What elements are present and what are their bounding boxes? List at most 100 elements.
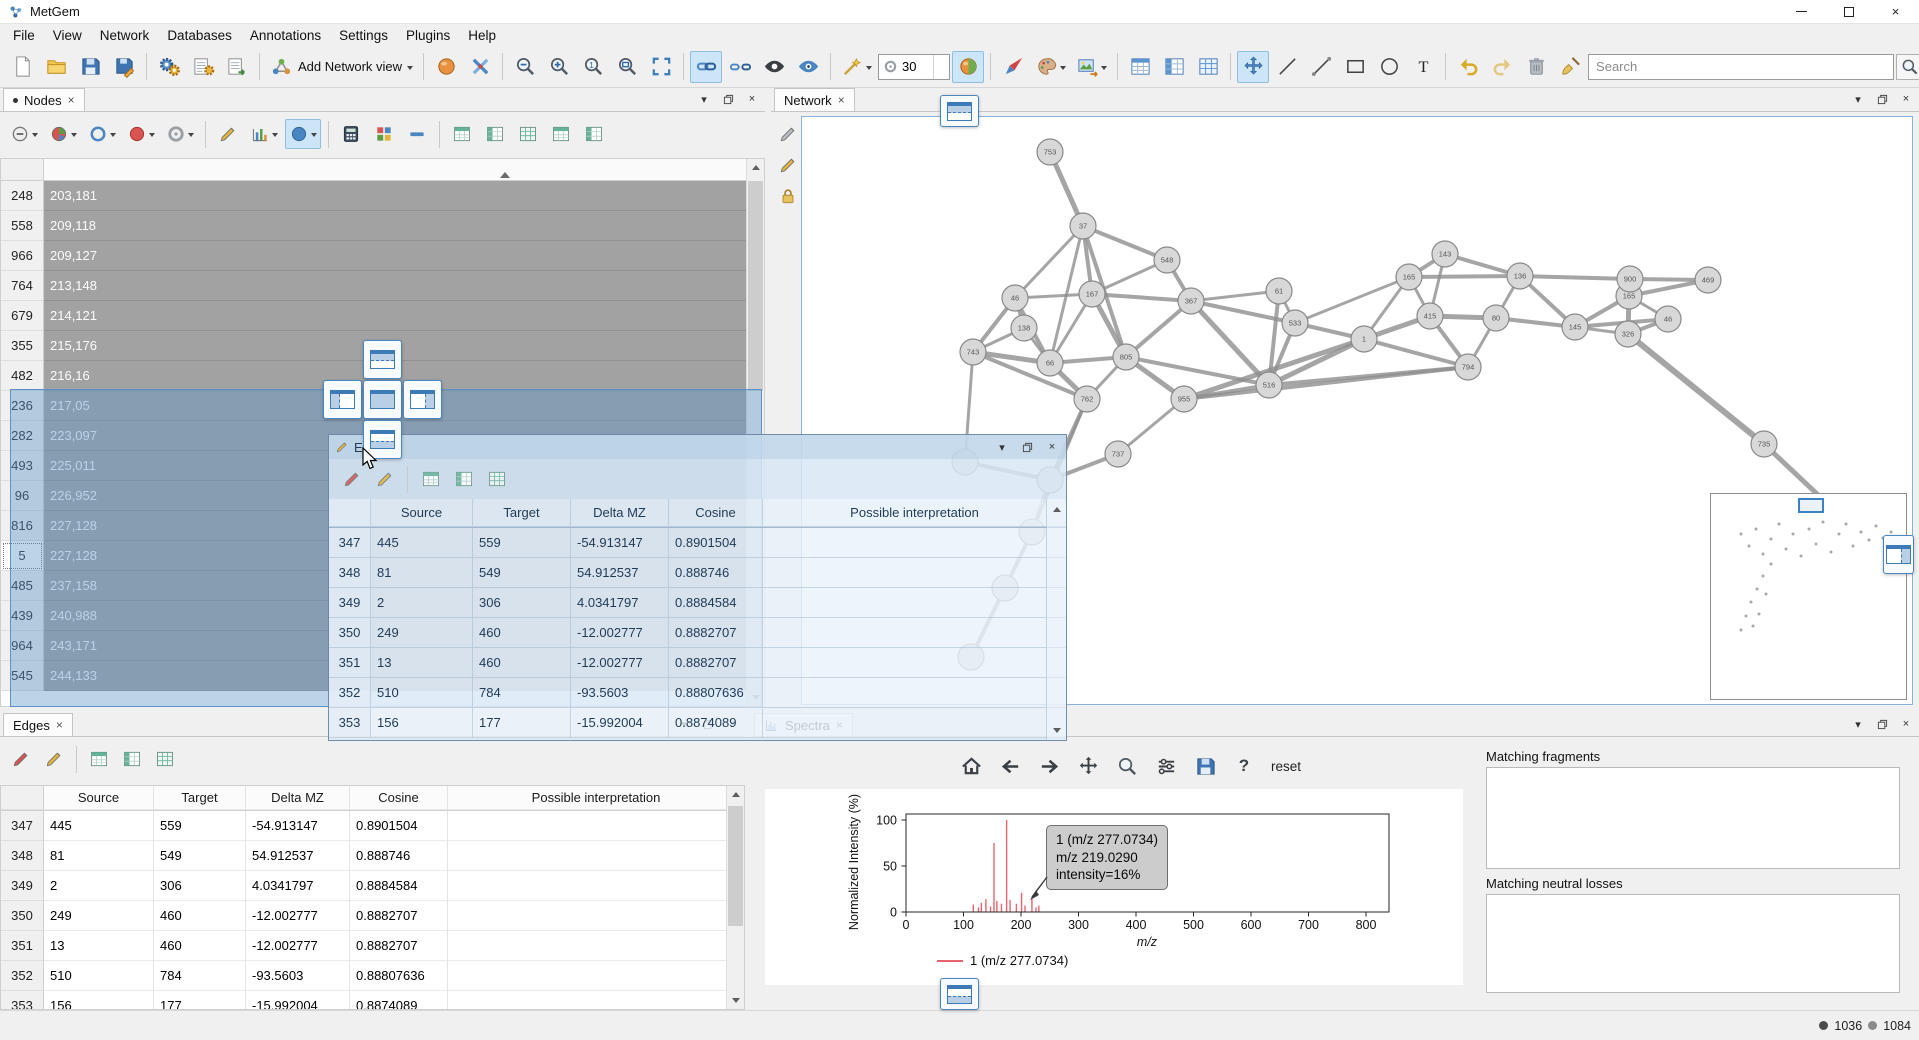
mz-cell[interactable]: 213,148 — [44, 271, 764, 301]
source-cell[interactable]: 13 — [44, 931, 154, 961]
close-button[interactable]: × — [1872, 0, 1919, 24]
row-header[interactable]: 351 — [329, 648, 371, 678]
cosine-cell[interactable]: 0.888746 — [669, 558, 763, 588]
menu-plugins[interactable]: Plugins — [397, 26, 459, 45]
source-cell[interactable]: 2 — [371, 588, 473, 618]
lock-button[interactable] — [774, 182, 802, 209]
cosine-cell[interactable]: 0.8882707 — [669, 618, 763, 648]
dock-float-button[interactable] — [1874, 716, 1890, 732]
interpretation-cell[interactable] — [763, 618, 1066, 648]
mz-cell[interactable]: 209,127 — [44, 241, 764, 271]
ball-view-button[interactable] — [430, 51, 462, 83]
clear-annotations-button[interactable] — [1554, 51, 1586, 83]
dock-indicator-screen-top[interactable] — [940, 95, 979, 127]
floating-table-scrollbar[interactable] — [1046, 499, 1066, 740]
home-button[interactable] — [956, 751, 987, 781]
save-project-button[interactable] — [74, 51, 106, 83]
menu-view[interactable]: View — [44, 26, 91, 45]
interpretation-cell[interactable] — [763, 588, 1066, 618]
row-header[interactable]: 248 — [1, 181, 44, 211]
tab-edges[interactable]: Edges × — [3, 713, 73, 736]
delta-mz-cell[interactable]: -12.002777 — [246, 931, 350, 961]
delta-mz-cell[interactable]: -93.5603 — [571, 678, 669, 708]
row-header[interactable]: 353 — [1, 991, 44, 1010]
matching-neutral-losses-box[interactable] — [1486, 894, 1900, 993]
dock-indicator-center[interactable] — [363, 380, 402, 419]
render-3d-button[interactable] — [952, 51, 984, 83]
cosine-cell[interactable]: 0.8874089 — [350, 991, 448, 1010]
nodes-table-row[interactable]: 966 209,127 — [1, 241, 764, 271]
column-header-cosine[interactable]: Cosine — [350, 786, 448, 810]
column-header-source[interactable]: Source — [44, 786, 154, 810]
table-view-2-button[interactable] — [449, 465, 478, 494]
mz-cell[interactable]: 215,176 — [44, 331, 764, 361]
reset-button[interactable]: reset — [1267, 759, 1305, 774]
corner-header[interactable] — [329, 499, 371, 527]
floating-table-row[interactable]: 351 13 460 -12.002777 0.8882707 — [329, 648, 1066, 678]
table-view-2-button[interactable] — [480, 119, 510, 149]
save-project-as-button[interactable] — [108, 51, 140, 83]
pan-button[interactable] — [1073, 751, 1104, 781]
delta-mz-cell[interactable]: -12.002777 — [246, 901, 350, 931]
dock-float-button[interactable] — [1019, 439, 1035, 455]
pie-colors-button[interactable] — [45, 119, 81, 149]
dock-indicator-top[interactable] — [363, 340, 402, 379]
cosine-cell[interactable]: 0.8884584 — [350, 871, 448, 901]
row-header[interactable]: 679 — [1, 301, 44, 331]
edges-table-header[interactable]: Source Target Delta MZ Cosine Possible i… — [1, 786, 744, 811]
menu-databases[interactable]: Databases — [158, 26, 241, 45]
mz-cell[interactable]: 209,118 — [44, 211, 764, 241]
dock-indicator-screen-bottom[interactable] — [940, 978, 979, 1010]
link-nodes-button[interactable] — [690, 51, 722, 83]
draw-text-button[interactable] — [1407, 51, 1439, 83]
table-view-3-button[interactable] — [150, 744, 180, 774]
scroll-down-icon[interactable] — [727, 992, 744, 1009]
source-cell[interactable]: 249 — [44, 901, 154, 931]
dock-menu-button[interactable]: ▾ — [1850, 716, 1866, 732]
source-cell[interactable]: 510 — [44, 961, 154, 991]
interpretation-cell[interactable] — [448, 841, 744, 871]
dock-close-button[interactable]: × — [744, 91, 760, 107]
target-cell[interactable]: 460 — [473, 648, 571, 678]
zoom-out-button[interactable] — [509, 51, 541, 83]
delta-mz-cell[interactable]: 4.0341797 — [571, 588, 669, 618]
forward-button[interactable] — [1034, 751, 1065, 781]
cosine-cell[interactable]: 0.88807636 — [669, 678, 763, 708]
menu-annotations[interactable]: Annotations — [241, 26, 330, 45]
target-cell[interactable]: 549 — [154, 841, 246, 871]
corner-header[interactable] — [1, 786, 44, 810]
chevron-down-icon[interactable] — [933, 55, 949, 79]
column-header-delta-mz[interactable]: Delta MZ — [246, 786, 350, 810]
column-header-target[interactable]: Target — [473, 499, 571, 527]
zoom-fit-button[interactable] — [611, 51, 643, 83]
floating-edges-panel[interactable]: Edges ▾ × Source Target Delta MZ Cosine … — [328, 434, 1067, 741]
show-nodes-button[interactable] — [285, 119, 321, 149]
target-cell[interactable]: 549 — [473, 558, 571, 588]
edges-table-row[interactable]: 352 510 784 -93.5603 0.88807636 — [1, 961, 744, 991]
magic-selection-button[interactable] — [837, 51, 876, 83]
dock-menu-button[interactable]: ▾ — [1850, 91, 1866, 107]
export-image-button[interactable] — [1072, 51, 1111, 83]
unlink-nodes-button[interactable] — [724, 51, 756, 83]
row-header[interactable]: 352 — [1, 961, 44, 991]
column-header-target[interactable]: Target — [154, 786, 246, 810]
edges-table-row[interactable]: 347 445 559 -54.913147 0.8901504 — [1, 811, 744, 841]
dock-close-button[interactable]: × — [1898, 91, 1914, 107]
cosine-cell[interactable]: 0.8882707 — [350, 901, 448, 931]
add-table-button[interactable] — [1124, 51, 1156, 83]
interpretation-cell[interactable] — [448, 901, 744, 931]
dock-indicator-left[interactable] — [323, 380, 362, 419]
scrollbar-thumb[interactable] — [748, 181, 763, 391]
column-header-delta-mz[interactable]: Delta MZ — [571, 499, 669, 527]
scroll-down-icon[interactable] — [1047, 722, 1066, 738]
cosine-cell[interactable]: 0.8882707 — [350, 931, 448, 961]
row-header[interactable]: 482 — [1, 361, 44, 391]
target-cell[interactable]: 177 — [473, 708, 571, 738]
nodes-table-row[interactable]: 248 203,181 — [1, 181, 764, 211]
edges-table-row[interactable]: 353 156 177 -15.992004 0.8874089 — [1, 991, 744, 1010]
row-header[interactable]: 558 — [1, 211, 44, 241]
target-cell[interactable]: 784 — [154, 961, 246, 991]
mz-cell[interactable]: 214,121 — [44, 301, 764, 331]
back-button[interactable] — [995, 751, 1026, 781]
minimap-viewport[interactable] — [1798, 498, 1824, 513]
